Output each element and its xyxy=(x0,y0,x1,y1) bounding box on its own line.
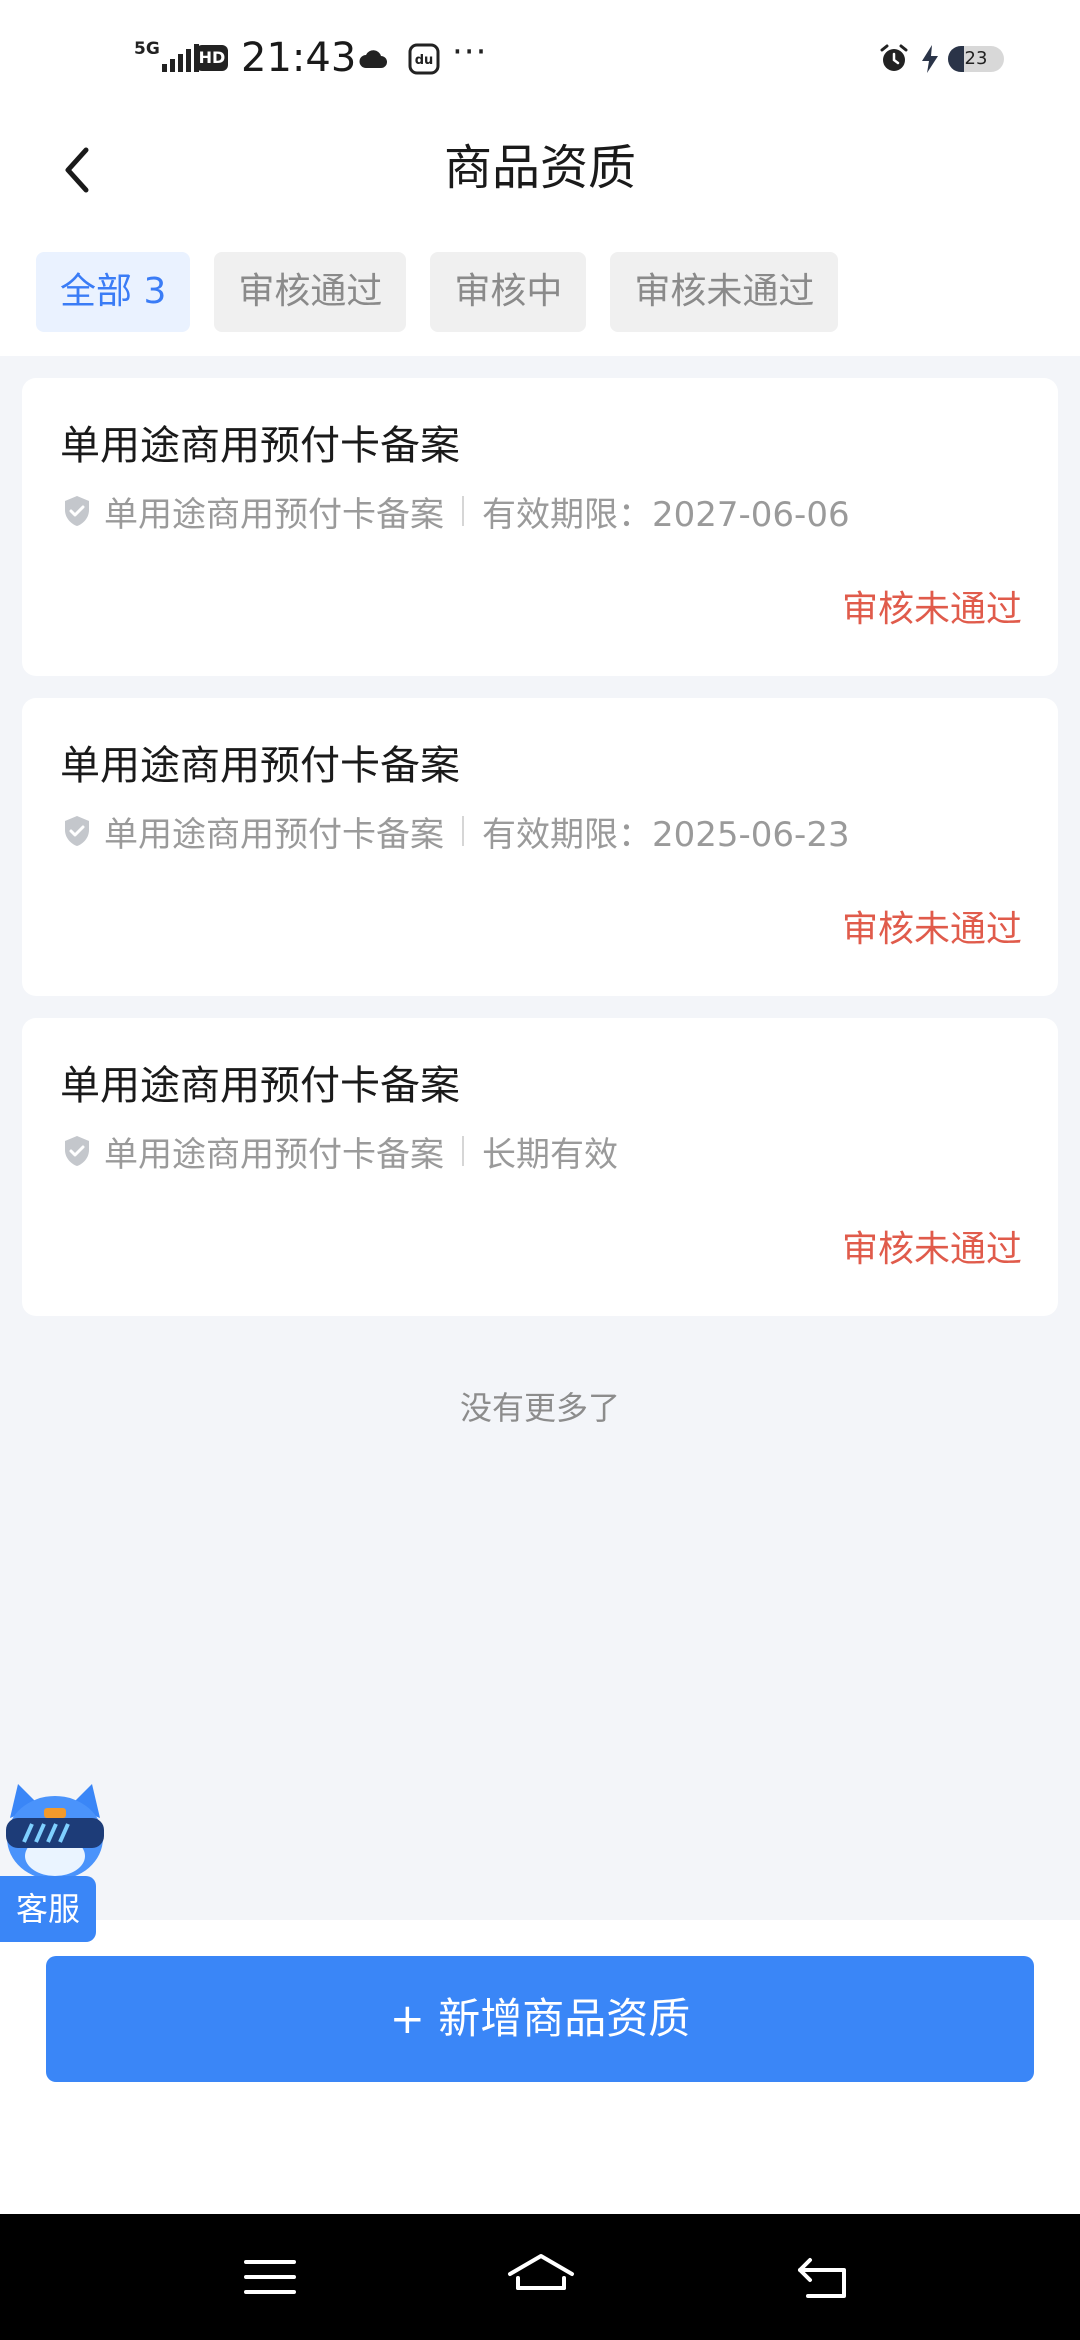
divider xyxy=(462,1136,464,1166)
add-qualification-button[interactable]: + 新增商品资质 xyxy=(46,1956,1034,2082)
tab-all[interactable]: 全部 3 xyxy=(36,252,191,332)
status-badge: 审核未通过 xyxy=(841,589,1022,630)
tab-approved[interactable]: 审核通过 xyxy=(214,252,407,332)
card-meta: 单用途商用预付卡备案 有效期限：2025-06-23 xyxy=(62,804,850,858)
shield-check-icon xyxy=(65,1136,89,1166)
end-of-list-text: 没有更多了 xyxy=(459,1389,620,1427)
menu-icon[interactable] xyxy=(240,2252,300,2302)
qualification-card[interactable]: 单用途商用预付卡备案 单用途商用预付卡备案 有效期限：2027-06-06 审核… xyxy=(22,378,1058,676)
card-validity: 有效期限：2025-06-23 xyxy=(482,814,850,855)
card-meta: 单用途商用预付卡备案 长期有效 xyxy=(62,1124,618,1178)
home-icon[interactable] xyxy=(506,2252,576,2302)
alarm-icon xyxy=(880,44,908,71)
back-icon[interactable] xyxy=(794,2252,854,2302)
navigation-bar: 商品资质 xyxy=(0,120,1080,220)
filter-tabs: 全部 3 审核通过 审核中 审核未通过 xyxy=(36,252,839,332)
page-title: 商品资质 xyxy=(443,140,636,196)
customer-service-button[interactable]: 客服 xyxy=(0,1876,96,1942)
signal-bars-icon xyxy=(162,44,199,72)
card-validity: 长期有效 xyxy=(482,1134,618,1175)
customer-service-mascot-icon[interactable] xyxy=(0,1778,110,1888)
divider xyxy=(462,816,464,846)
card-title: 单用途商用预付卡备案 xyxy=(60,423,460,469)
card-title: 单用途商用预付卡备案 xyxy=(60,1063,460,1109)
hd-badge: HD xyxy=(196,45,228,71)
card-type: 单用途商用预付卡备案 xyxy=(104,814,444,855)
status-bar: 5G HD 21:43 du ··· 23 xyxy=(0,0,1080,120)
shield-check-icon xyxy=(65,496,89,526)
charging-icon xyxy=(922,45,938,73)
battery-level: 23 xyxy=(964,48,988,69)
card-type: 单用途商用预付卡备案 xyxy=(104,1134,444,1175)
status-badge: 审核未通过 xyxy=(841,909,1022,950)
shield-check-icon xyxy=(65,816,89,846)
card-title: 单用途商用预付卡备案 xyxy=(60,743,460,789)
card-validity: 有效期限：2027-06-06 xyxy=(482,494,850,535)
battery-indicator: 23 xyxy=(948,46,1004,72)
system-navigation-bar xyxy=(0,2214,1080,2340)
more-notifications-icon: ··· xyxy=(452,32,488,72)
card-type: 单用途商用预付卡备案 xyxy=(104,494,444,535)
svg-text:du: du xyxy=(415,53,434,68)
cloud-icon xyxy=(359,50,387,68)
qualification-card[interactable]: 单用途商用预付卡备案 单用途商用预付卡备案 长期有效 审核未通过 xyxy=(22,1018,1058,1316)
card-meta: 单用途商用预付卡备案 有效期限：2027-06-06 xyxy=(62,484,850,538)
status-badge: 审核未通过 xyxy=(841,1229,1022,1270)
qualification-card[interactable]: 单用途商用预付卡备案 单用途商用预付卡备案 有效期限：2025-06-23 审核… xyxy=(22,698,1058,996)
clock: 21:43 xyxy=(241,35,357,81)
tab-in-review[interactable]: 审核中 xyxy=(430,252,587,332)
tab-rejected[interactable]: 审核未通过 xyxy=(610,252,839,332)
divider xyxy=(462,496,464,526)
du-app-icon: du xyxy=(408,43,440,75)
network-type: 5G xyxy=(134,39,160,59)
